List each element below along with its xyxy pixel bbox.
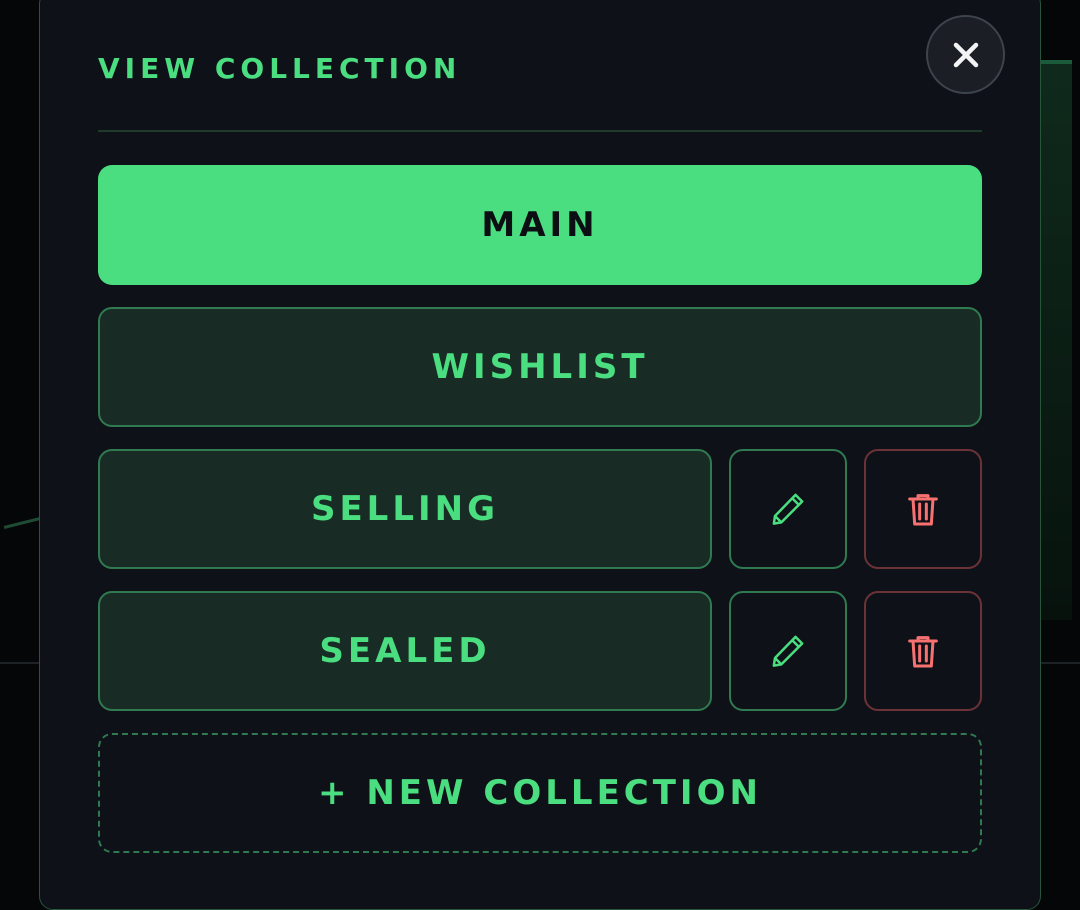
close-button[interactable] [926, 15, 1005, 94]
background-bar [1040, 60, 1072, 620]
collection-sealed-button[interactable]: SEALED [98, 591, 712, 711]
new-collection-button[interactable]: + NEW COLLECTION [98, 733, 982, 853]
trash-icon [908, 494, 938, 526]
collection-selling-label: SELLING [310, 489, 500, 529]
close-icon [953, 42, 978, 67]
delete-selling-button[interactable] [864, 449, 982, 569]
edit-selling-button[interactable] [729, 449, 847, 569]
modal-title: VIEW COLLECTION [98, 52, 462, 85]
background-line [3, 516, 44, 529]
title-divider [98, 130, 982, 132]
collection-sealed-label: SEALED [319, 631, 491, 671]
delete-sealed-button[interactable] [864, 591, 982, 711]
trash-icon [908, 636, 938, 668]
edit-sealed-button[interactable] [729, 591, 847, 711]
pencil-icon [772, 493, 804, 525]
pencil-icon [772, 635, 804, 667]
collection-main-button[interactable]: MAIN [98, 165, 982, 285]
collection-wishlist-label: WISHLIST [431, 347, 649, 387]
collection-wishlist-button[interactable]: WISHLIST [98, 307, 982, 427]
collection-main-label: MAIN [481, 205, 599, 245]
collection-selling-button[interactable]: SELLING [98, 449, 712, 569]
new-collection-label: + NEW COLLECTION [318, 773, 762, 813]
